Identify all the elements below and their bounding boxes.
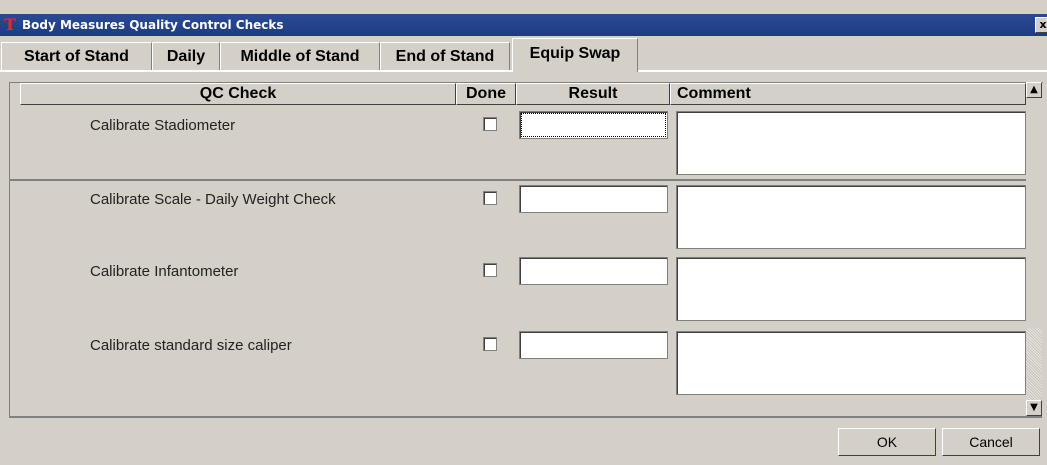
- window-title: Body Measures Quality Control Checks: [22, 18, 284, 32]
- comment-field[interactable]: [676, 185, 1026, 249]
- footer-divider: [9, 416, 1042, 418]
- tab-middle-of-stand[interactable]: Middle of Stand: [220, 42, 380, 70]
- tab-start-of-stand[interactable]: Start of Stand: [1, 42, 152, 70]
- header-qc-check[interactable]: QC Check: [20, 83, 456, 105]
- done-checkbox[interactable]: [483, 337, 497, 351]
- check-label: Calibrate Infantometer: [90, 263, 239, 280]
- table-row: Calibrate Stadiometer: [10, 107, 1026, 179]
- qc-grid: QC Check Done Result Comment Calibrate S…: [9, 82, 1043, 417]
- check-label: Calibrate standard size caliper: [90, 337, 292, 354]
- check-label: Calibrate Scale - Daily Weight Check: [90, 191, 336, 208]
- done-checkbox[interactable]: [483, 263, 497, 277]
- header-done[interactable]: Done: [456, 83, 516, 105]
- title-bar: T Body Measures Quality Control Checks x: [0, 14, 1047, 36]
- check-label: Calibrate Stadiometer: [90, 117, 236, 134]
- scroll-thumb[interactable]: [1026, 328, 1042, 400]
- ok-button[interactable]: OK: [838, 428, 936, 456]
- vertical-scrollbar[interactable]: ▲ ▼: [1026, 82, 1042, 416]
- comment-field[interactable]: [676, 331, 1026, 395]
- header-result[interactable]: Result: [516, 83, 670, 105]
- result-field[interactable]: [519, 257, 668, 285]
- header-comment[interactable]: Comment: [670, 83, 1026, 105]
- cancel-button[interactable]: Cancel: [942, 428, 1040, 456]
- comment-field[interactable]: [676, 257, 1026, 321]
- tab-daily[interactable]: Daily: [152, 42, 220, 70]
- table-row: Calibrate Infantometer: [10, 253, 1026, 325]
- dialog-window: T Body Measures Quality Control Checks x…: [0, 0, 1047, 465]
- scroll-down-icon[interactable]: ▼: [1026, 400, 1042, 416]
- tab-end-of-stand[interactable]: End of Stand: [380, 42, 510, 70]
- close-button[interactable]: x: [1035, 17, 1047, 33]
- scroll-up-icon[interactable]: ▲: [1026, 82, 1042, 98]
- app-icon: T: [4, 15, 16, 34]
- scroll-track[interactable]: [1026, 98, 1042, 400]
- tab-strip: Start of Stand Daily Middle of Stand End…: [0, 36, 1047, 72]
- result-field[interactable]: [519, 331, 668, 359]
- comment-field[interactable]: [676, 111, 1026, 175]
- done-checkbox[interactable]: [483, 117, 497, 131]
- tab-equip-swap[interactable]: Equip Swap: [512, 38, 638, 72]
- table-row: Calibrate Scale - Daily Weight Check: [10, 181, 1026, 253]
- result-field[interactable]: [519, 111, 668, 139]
- done-checkbox[interactable]: [483, 191, 497, 205]
- result-field[interactable]: [519, 185, 668, 213]
- table-row: Calibrate standard size caliper: [10, 327, 1026, 399]
